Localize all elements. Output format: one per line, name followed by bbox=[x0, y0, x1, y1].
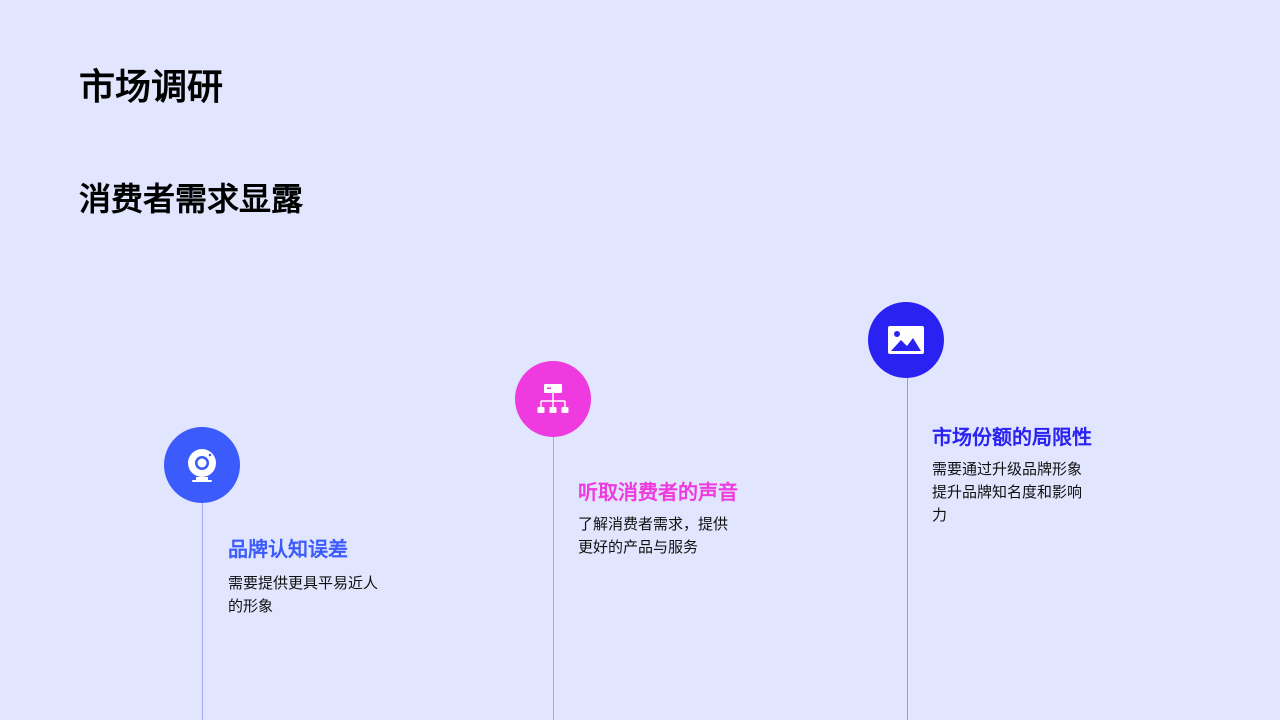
page-title: 市场调研 bbox=[79, 67, 224, 108]
item-heading-1: 品牌认知误差 bbox=[228, 537, 348, 561]
item-heading-3: 市场份额的局限性 bbox=[932, 425, 1092, 449]
image-icon bbox=[888, 326, 924, 354]
timeline-node-3 bbox=[868, 302, 944, 378]
item-desc-1: 需要提供更具平易近人 的形象 bbox=[228, 572, 378, 618]
hierarchy-icon bbox=[537, 384, 569, 413]
item-desc-2-line-1: 了解消费者需求，提供 bbox=[578, 515, 729, 533]
timeline-line-1 bbox=[202, 502, 203, 720]
item-desc-2-line-2: 更好的产品与服务 bbox=[578, 538, 699, 556]
timeline-line-2 bbox=[553, 436, 554, 720]
timeline-node-1 bbox=[164, 427, 240, 503]
item-desc-2: 了解消费者需求，提供 更好的产品与服务 bbox=[578, 513, 728, 559]
item-desc-3-line-3: 力 bbox=[932, 506, 948, 524]
item-desc-1-line-2: 的形象 bbox=[228, 597, 274, 615]
timeline-line-3 bbox=[907, 377, 908, 720]
item-desc-3-line-1: 需要通过升级品牌形象 bbox=[932, 460, 1083, 478]
item-desc-1-line-1: 需要提供更具平易近人 bbox=[228, 574, 379, 592]
webcam-icon bbox=[188, 449, 216, 482]
timeline-node-2 bbox=[515, 361, 591, 437]
item-desc-3: 需要通过升级品牌形象 提升品牌知名度和影响 力 bbox=[932, 458, 1082, 527]
item-heading-2: 听取消费者的声音 bbox=[578, 480, 738, 504]
item-desc-3-line-2: 提升品牌知名度和影响 bbox=[932, 483, 1083, 501]
page-subtitle: 消费者需求显露 bbox=[79, 180, 304, 218]
